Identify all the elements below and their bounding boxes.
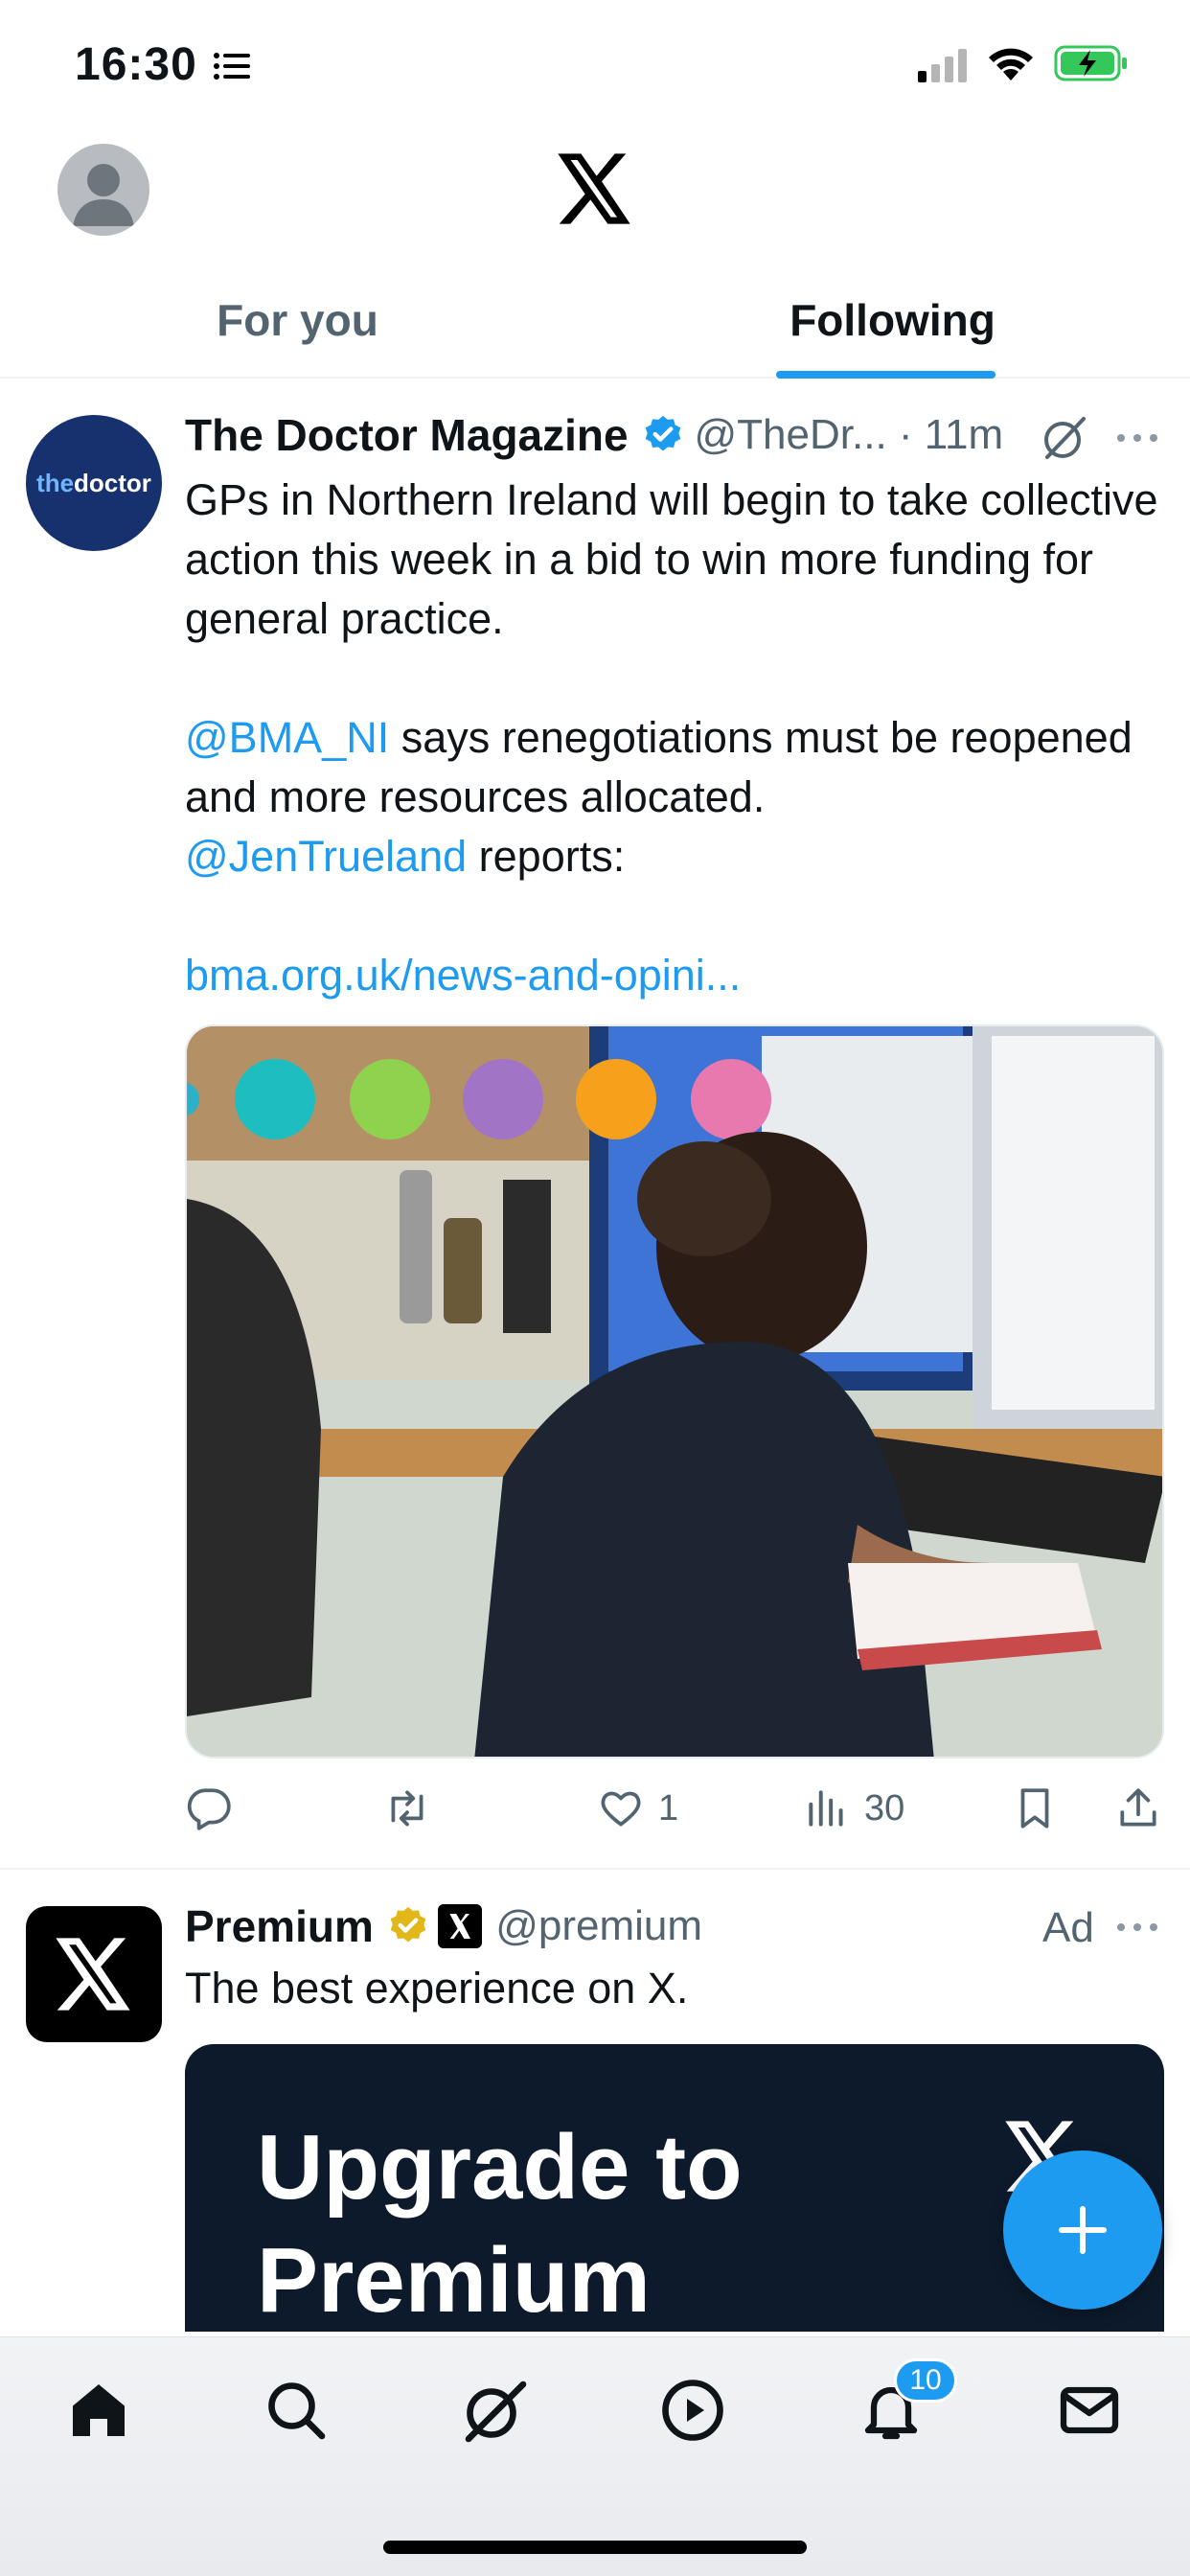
tweet-paragraph-2: @BMA_NI says renegotiations must be reop… — [185, 708, 1172, 886]
tweet-text-segment: reports: — [467, 832, 626, 881]
heart-icon — [601, 1791, 641, 1827]
plus-icon — [1059, 2206, 1107, 2254]
bookmark-button[interactable] — [1011, 1775, 1059, 1842]
ad-author-name[interactable]: Premium — [185, 1901, 374, 1951]
view-count: 30 — [864, 1787, 905, 1828]
battery-charging-icon — [1054, 45, 1127, 81]
author-handle-time[interactable]: @TheDr... · 11m — [695, 411, 1004, 458]
repost-button[interactable] — [383, 1775, 431, 1842]
default-user-icon — [73, 164, 134, 226]
ad-card-title: Upgrade to Premium — [257, 2116, 743, 2332]
gold-verified-badge-icon — [390, 1906, 426, 1943]
repost-icon — [391, 1790, 423, 1827]
photo-doctor-at-desk — [187, 1026, 1162, 1757]
premium-avatar[interactable] — [26, 1906, 162, 2042]
mention-link[interactable]: @JenTrueland — [185, 832, 467, 881]
wifi-icon — [989, 48, 1033, 80]
nav-grok[interactable] — [460, 2376, 529, 2445]
tab-for-you[interactable]: For you — [0, 273, 595, 379]
mail-icon — [1060, 2386, 1119, 2434]
like-count: 1 — [658, 1787, 679, 1828]
tweet-actions: 1 30 — [185, 1775, 1172, 1842]
like-button[interactable]: 1 — [597, 1775, 678, 1842]
compose-post-button[interactable] — [1003, 2150, 1162, 2310]
list-icon — [214, 53, 250, 80]
search-icon — [268, 2382, 326, 2440]
reply-icon — [187, 1788, 231, 1830]
views-chart-icon — [809, 1790, 843, 1827]
author-avatar[interactable]: thedoctor — [26, 415, 162, 551]
article-link[interactable]: bma.org.uk/news-and-opini... — [185, 951, 741, 1000]
grok-icon — [465, 2380, 527, 2443]
x-logo-icon[interactable] — [557, 153, 633, 224]
author-name[interactable]: The Doctor Magazine — [185, 410, 629, 460]
nav-search[interactable] — [262, 2376, 331, 2445]
tweet-image[interactable] — [185, 1024, 1164, 1759]
ad-label: Ad — [1042, 1904, 1094, 1951]
avatar-text-doctor: doctor — [74, 469, 151, 497]
home-icon — [73, 2384, 125, 2436]
play-circle-icon — [662, 2380, 723, 2441]
ad-header: Premium @premium — [185, 1900, 702, 1958]
tweet-card[interactable]: thedoctor The Doctor Magazine @TheDr... … — [0, 380, 1190, 1870]
more-options-icon[interactable] — [1113, 419, 1161, 457]
verified-badge-icon — [645, 415, 681, 451]
bottom-tab-bar: 10 — [0, 2336, 1190, 2576]
tab-following[interactable]: Following — [595, 273, 1190, 379]
tweet-paragraph-1: GPs in Northern Ireland will begin to ta… — [185, 475, 1158, 643]
top-header: For you Following — [0, 129, 1190, 379]
mention-link[interactable]: @BMA_NI — [185, 713, 389, 762]
ad-handle[interactable]: @premium — [495, 1902, 702, 1949]
ad-text: The best experience on X. — [185, 1964, 689, 2012]
more-options-icon[interactable] — [1113, 1908, 1161, 1946]
grok-icon[interactable] — [1040, 413, 1089, 463]
tweet-header: The Doctor Magazine @TheDr... · 11m — [185, 409, 1172, 467]
status-time: 16:30 — [75, 39, 197, 90]
status-bar: 16:30 — [0, 0, 1190, 129]
cellular-signal-icon — [918, 49, 967, 82]
notification-count-badge: 10 — [894, 2358, 957, 2403]
share-icon — [1120, 1788, 1156, 1827]
reply-button[interactable] — [185, 1775, 233, 1842]
nav-home[interactable] — [64, 2376, 133, 2445]
share-button[interactable] — [1114, 1775, 1162, 1842]
profile-avatar[interactable] — [57, 144, 149, 236]
x-logo-icon — [56, 1938, 130, 2011]
nav-messages[interactable] — [1055, 2376, 1124, 2445]
active-tab-indicator — [776, 371, 995, 379]
views-button[interactable]: 30 — [803, 1775, 904, 1842]
home-indicator — [383, 2541, 807, 2554]
nav-video[interactable] — [658, 2376, 727, 2445]
x-affiliate-badge-icon — [437, 1904, 482, 1948]
bookmark-icon — [1020, 1788, 1049, 1828]
avatar-text-the: the — [36, 469, 75, 497]
tweet-text: GPs in Northern Ireland will begin to ta… — [185, 471, 1172, 1005]
timeline-tabs: For you Following — [0, 273, 1190, 379]
